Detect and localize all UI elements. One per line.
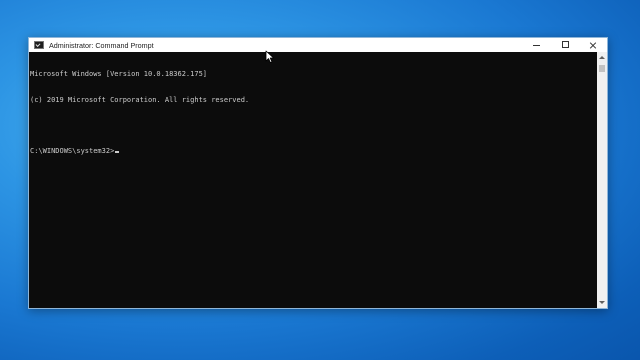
- text-cursor: [115, 151, 120, 153]
- cmd-icon: [34, 41, 44, 49]
- desktop-background: Administrator: Command Prompt Microsoft …: [0, 0, 640, 360]
- command-prompt-window[interactable]: Administrator: Command Prompt Microsoft …: [28, 37, 608, 309]
- scroll-up-arrow-icon[interactable]: [599, 56, 605, 59]
- close-button[interactable]: [579, 38, 607, 52]
- console-line-version: Microsoft Windows [Version 10.0.18362.17…: [30, 70, 208, 78]
- scroll-down-arrow-icon[interactable]: [599, 301, 605, 304]
- mouse-pointer-icon: [265, 50, 274, 63]
- title-bar[interactable]: Administrator: Command Prompt: [29, 38, 607, 52]
- console-prompt-line: C:\WINDOWS\system32>: [30, 147, 597, 156]
- command-prompt: C:\WINDOWS\system32>: [30, 146, 115, 155]
- maximize-button[interactable]: [551, 38, 579, 52]
- console-line-copyright: (c) 2019 Microsoft Corporation. All righ…: [30, 95, 250, 104]
- window-title: Administrator: Command Prompt: [49, 40, 154, 50]
- window-controls: [523, 38, 607, 52]
- console-line-blank: [30, 121, 597, 130]
- scrollbar-thumb[interactable]: [599, 65, 605, 72]
- minimize-button[interactable]: [523, 38, 551, 52]
- console-output[interactable]: Microsoft Windows [Version 10.0.18362.17…: [30, 53, 597, 308]
- vertical-scrollbar[interactable]: [597, 52, 607, 308]
